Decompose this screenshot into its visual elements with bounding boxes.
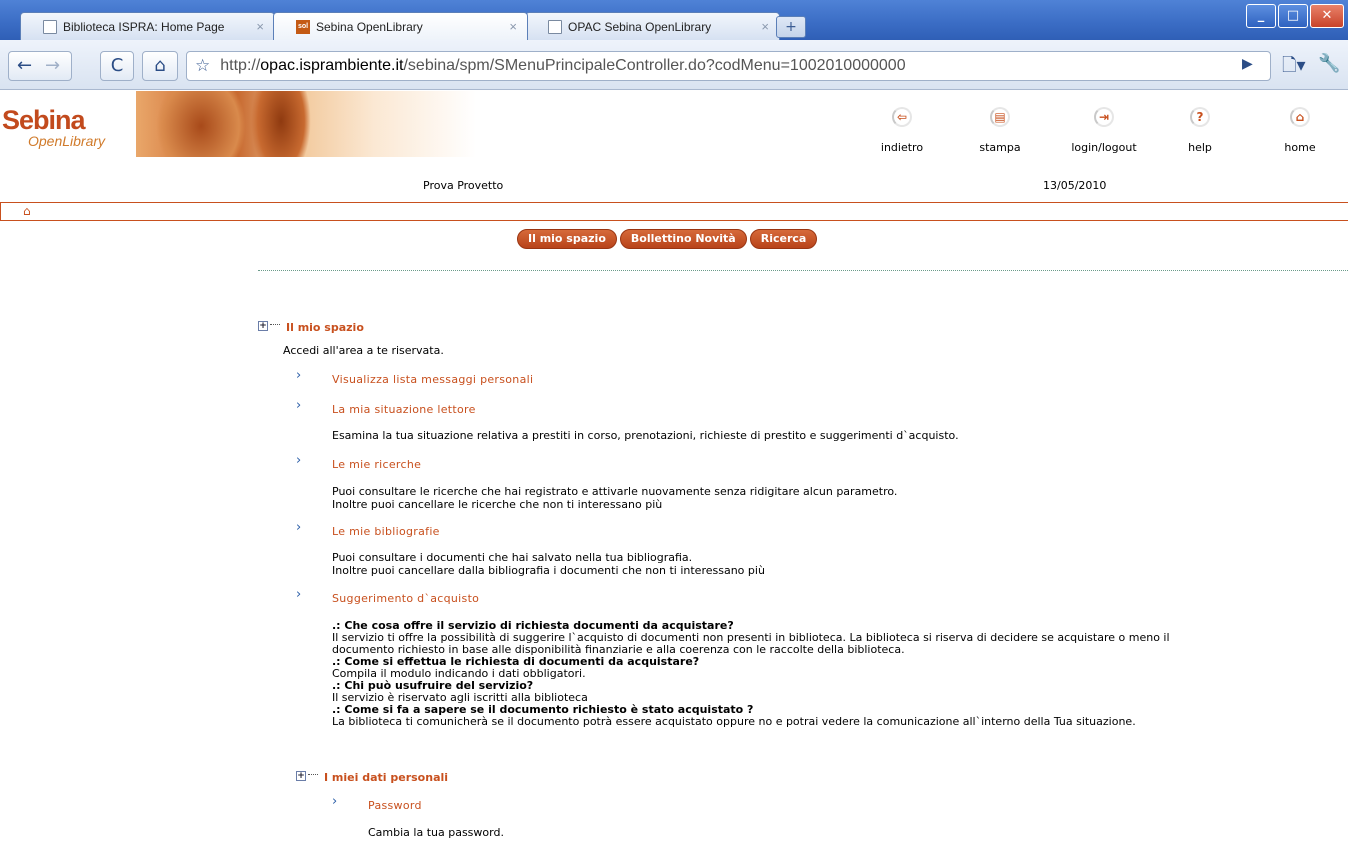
help-button[interactable]: ? help <box>1160 107 1240 154</box>
section-title[interactable]: I miei dati personali <box>324 771 448 784</box>
home-icon[interactable]: ⌂ <box>23 205 37 218</box>
stampa-button[interactable]: ▤ stampa <box>960 107 1040 154</box>
ricerche-description: Puoi consultare le ricerche che hai regi… <box>332 485 898 498</box>
expand-icon[interactable]: + <box>258 321 268 331</box>
header-banner-image <box>136 91 476 157</box>
menu-bollettino-novita[interactable]: Bollettino Novità <box>619 229 747 249</box>
menu-il-mio-spazio[interactable]: Il mio spazio <box>517 229 617 249</box>
ricerche-description: Inoltre puoi cancellare le ricerche che … <box>332 498 663 511</box>
arrow-right-icon[interactable]: → <box>45 52 60 80</box>
user-name: Prova Provetto <box>423 179 504 192</box>
top-menu: Il mio spazio Bollettino Novità Ricerca <box>517 229 818 249</box>
divider <box>258 270 1348 271</box>
indietro-button[interactable]: ⇦ indietro <box>862 107 942 154</box>
login-icon: ⇥ <box>1094 107 1114 127</box>
wrench-icon[interactable]: 🔧 <box>1318 53 1340 74</box>
star-icon[interactable]: ☆ <box>195 56 210 76</box>
go-icon[interactable]: ▶ <box>1242 56 1253 72</box>
sol-icon: sol <box>296 19 310 34</box>
situazione-description: Esamina la tua situazione relativa a pre… <box>332 429 959 442</box>
back-icon: ⇦ <box>892 107 912 127</box>
browser-tab-bar: Biblioteca ISPRA: Home Page × sol Sebina… <box>0 0 1348 40</box>
expand-icon[interactable]: + <box>296 771 306 781</box>
home-icon[interactable]: ⌂ <box>142 51 178 81</box>
section-title[interactable]: Il mio spazio <box>286 321 364 334</box>
faq-answer: La biblioteca ti comunicherà se il docum… <box>332 715 1136 728</box>
tab-sebina-openlibrary[interactable]: sol Sebina OpenLibrary × <box>273 12 528 40</box>
tab-close-icon[interactable]: × <box>761 19 769 34</box>
home-button[interactable]: ⌂ home <box>1260 107 1340 154</box>
login-logout-button[interactable]: ⇥ login/logout <box>1064 107 1144 154</box>
tab-opac-sebina[interactable]: OPAC Sebina OpenLibrary × <box>525 12 780 40</box>
section-dati-personali: + I miei dati personali <box>296 770 696 786</box>
close-icon[interactable]: ✕ <box>1310 4 1344 28</box>
help-icon: ? <box>1190 107 1210 127</box>
section-il-mio-spazio: + Il mio spazio <box>258 320 658 336</box>
bibliografie-description: Inoltre puoi cancellare dalla bibliograf… <box>332 564 765 577</box>
document-icon <box>548 19 562 34</box>
link-suggerimento[interactable]: Suggerimento d`acquisto <box>332 592 479 605</box>
address-bar[interactable]: ☆ http://opac.isprambiente.it/sebina/spm… <box>186 51 1271 81</box>
chevron-right-icon: › <box>296 453 302 468</box>
print-icon: ▤ <box>990 107 1010 127</box>
breadcrumb-bar: ⌂ <box>0 202 1348 221</box>
link-situazione-lettore[interactable]: La mia situazione lettore <box>332 403 476 416</box>
chevron-right-icon: › <box>332 794 338 809</box>
link-bibliografie[interactable]: Le mie bibliografie <box>332 525 440 538</box>
link-password[interactable]: Password <box>368 799 422 812</box>
back-button[interactable]: ← → <box>8 51 72 81</box>
browser-toolbar: ← → C ⌂ ☆ http://opac.isprambiente.it/seb… <box>0 40 1348 90</box>
minimize-icon[interactable]: _ <box>1246 4 1276 28</box>
current-date: 13/05/2010 <box>1043 179 1107 192</box>
sebina-logo[interactable]: Sebina OpenLibrary <box>0 91 140 157</box>
link-messaggi[interactable]: Visualizza lista messaggi personali <box>332 373 533 386</box>
chevron-right-icon: › <box>296 398 302 413</box>
tab-biblioteca-ispra[interactable]: Biblioteca ISPRA: Home Page × <box>20 12 275 40</box>
document-icon <box>43 19 57 34</box>
link-ricerche[interactable]: Le mie ricerche <box>332 458 421 471</box>
arrow-left-icon: ← <box>17 55 33 76</box>
chevron-right-icon: › <box>296 587 302 602</box>
site-header: Sebina OpenLibrary ⇦ indietro ▤ stampa ⇥… <box>0 91 1348 192</box>
home-icon: ⌂ <box>1290 107 1310 127</box>
new-tab-button[interactable]: + <box>776 16 806 38</box>
password-description: Cambia la tua password. <box>368 826 504 839</box>
chevron-right-icon: › <box>296 520 302 535</box>
maximize-icon[interactable]: □ <box>1278 4 1308 28</box>
section-description: Accedi all'area a te riservata. <box>283 344 444 357</box>
menu-ricerca[interactable]: Ricerca <box>749 229 818 249</box>
bibliografie-description: Puoi consultare i documenti che hai salv… <box>332 551 693 564</box>
tab-close-icon[interactable]: × <box>509 19 517 34</box>
chevron-right-icon: › <box>296 368 302 383</box>
tab-close-icon[interactable]: × <box>256 19 264 34</box>
reload-icon[interactable]: C <box>100 51 134 81</box>
page-menu-icon[interactable]: 🗋▾ <box>1282 53 1306 83</box>
